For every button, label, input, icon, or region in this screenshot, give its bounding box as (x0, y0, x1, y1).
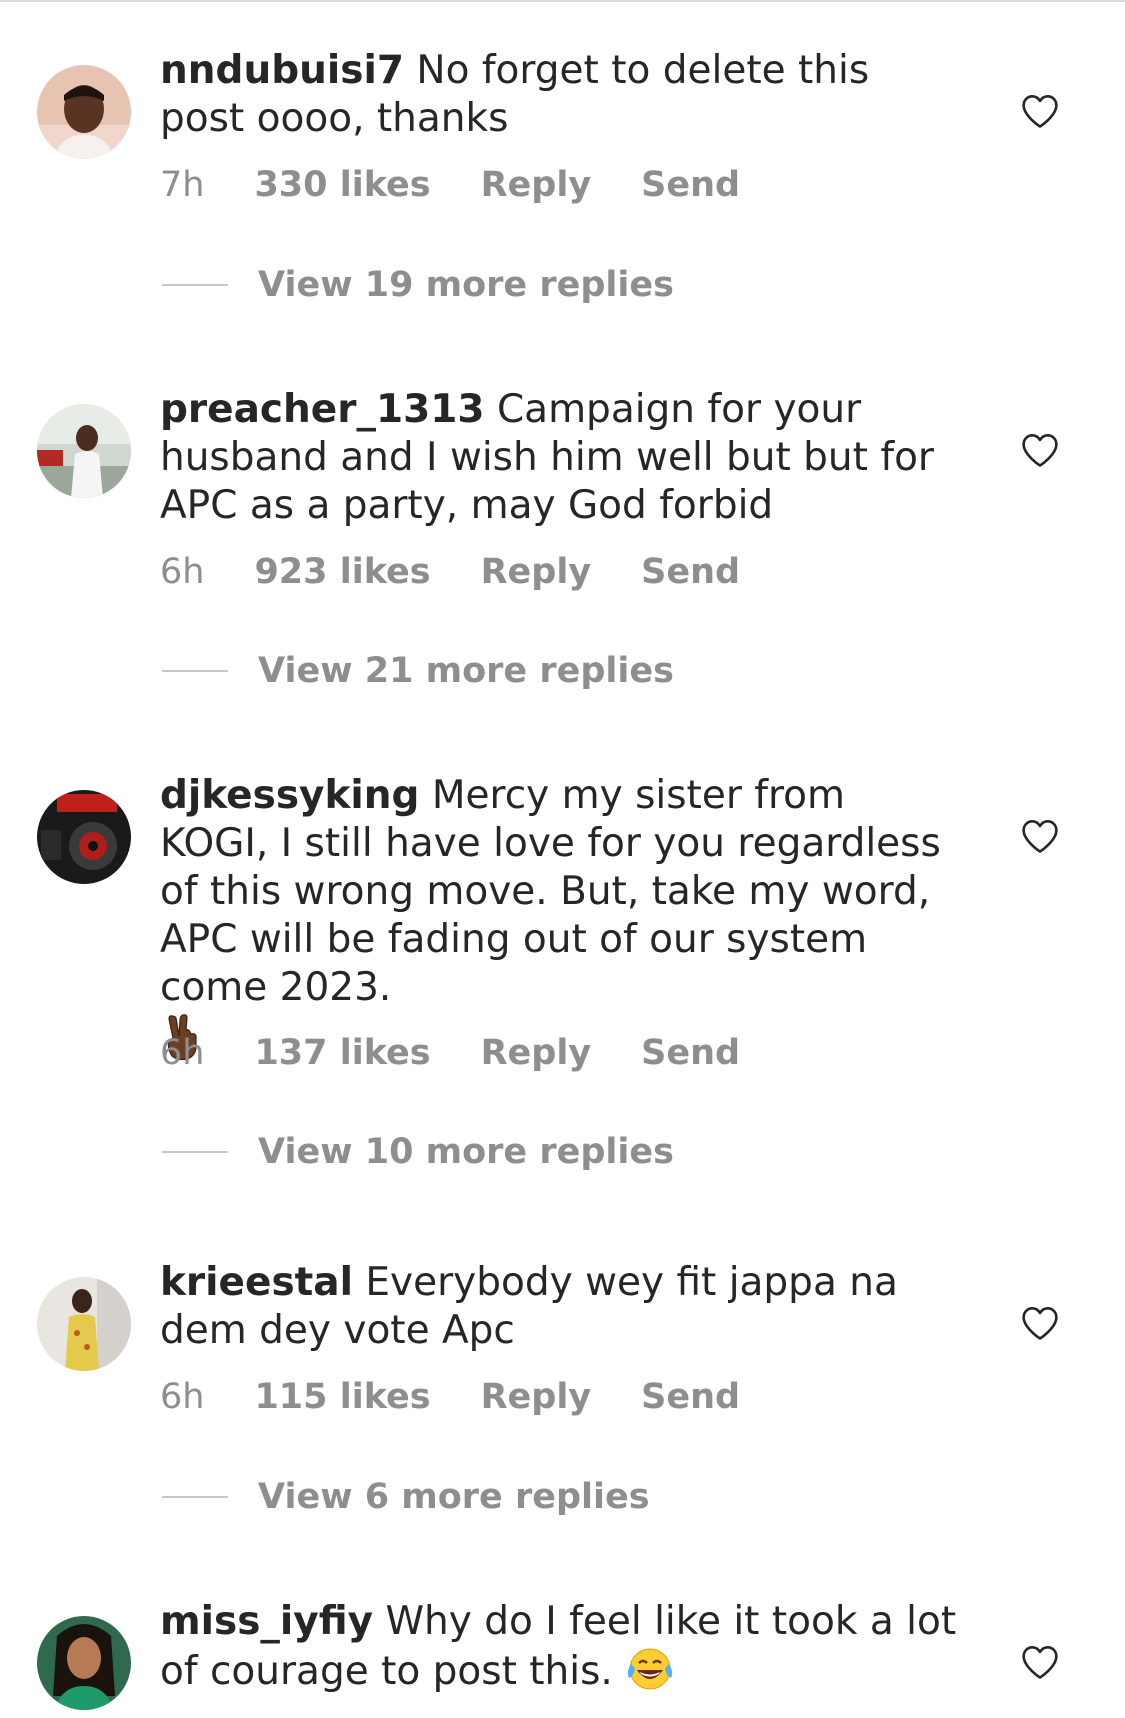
send-button[interactable]: Send (641, 1377, 740, 1417)
comment-meta: 6h 137 likes Reply Send (160, 1033, 790, 1073)
send-button[interactable]: Send (641, 552, 740, 592)
likes-count[interactable]: 115 likes (254, 1377, 430, 1417)
comment-meta: 6h 923 likes Reply Send (160, 552, 790, 592)
avatar[interactable] (37, 1277, 131, 1371)
replies-divider (162, 1496, 228, 1498)
comment-time: 7h (160, 165, 205, 205)
send-button[interactable]: Send (641, 165, 740, 205)
username-link[interactable]: djkessyking (160, 773, 419, 818)
avatar[interactable] (37, 790, 131, 884)
top-divider (0, 0, 1125, 2)
username-link[interactable]: preacher_1313 (160, 387, 485, 432)
username-link[interactable]: krieestal (160, 1260, 353, 1305)
comment-meta: 6h 115 likes Reply Send (160, 1377, 790, 1417)
like-heart-icon[interactable] (1020, 432, 1060, 468)
view-replies-button[interactable]: View 19 more replies (162, 265, 674, 305)
like-heart-icon[interactable] (1020, 1644, 1060, 1680)
replies-divider (162, 284, 228, 286)
username-link[interactable]: nndubuisi7 (160, 48, 404, 93)
like-heart-icon[interactable] (1020, 818, 1060, 854)
like-heart-icon[interactable] (1020, 1305, 1060, 1341)
comment-meta: 7h 330 likes Reply Send (160, 165, 790, 205)
comment-body: nndubuisi7 No forget to delete this post… (160, 47, 960, 143)
reply-button[interactable]: Reply (481, 1033, 592, 1073)
avatar[interactable] (37, 65, 131, 159)
avatar[interactable] (37, 1616, 131, 1710)
view-replies-button[interactable]: View 10 more replies (162, 1132, 674, 1172)
likes-count[interactable]: 923 likes (254, 552, 430, 592)
comment-body: krieestal Everybody wey fit jappa na dem… (160, 1259, 960, 1355)
view-replies-label: View 19 more replies (258, 265, 674, 305)
view-replies-label: View 10 more replies (258, 1132, 674, 1172)
username-link[interactable]: miss_iyfiy (160, 1599, 373, 1644)
comment-body: miss_iyfiy Why do I feel like it took a … (160, 1598, 960, 1696)
view-replies-button[interactable]: View 21 more replies (162, 651, 674, 691)
reply-button[interactable]: Reply (481, 552, 592, 592)
send-button[interactable]: Send (641, 1033, 740, 1073)
view-replies-button[interactable]: View 6 more replies (162, 1477, 650, 1517)
comment-time: 6h (160, 1377, 205, 1417)
replies-divider (162, 1151, 228, 1153)
replies-divider (162, 670, 228, 672)
reply-button[interactable]: Reply (481, 1377, 592, 1417)
comment-time: 6h (160, 552, 205, 592)
comment-time: 6h (160, 1033, 205, 1073)
comment-body: djkessyking Mercy my sister from KOGI, I… (160, 772, 960, 1062)
view-replies-label: View 21 more replies (258, 651, 674, 691)
avatar[interactable] (37, 404, 131, 498)
like-heart-icon[interactable] (1020, 93, 1060, 129)
tears-of-joy-emoji (625, 1646, 675, 1692)
view-replies-label: View 6 more replies (258, 1477, 650, 1517)
comment-body: preacher_1313 Campaign for your husband … (160, 386, 960, 530)
reply-button[interactable]: Reply (481, 165, 592, 205)
likes-count[interactable]: 330 likes (254, 165, 430, 205)
likes-count[interactable]: 137 likes (254, 1033, 430, 1073)
